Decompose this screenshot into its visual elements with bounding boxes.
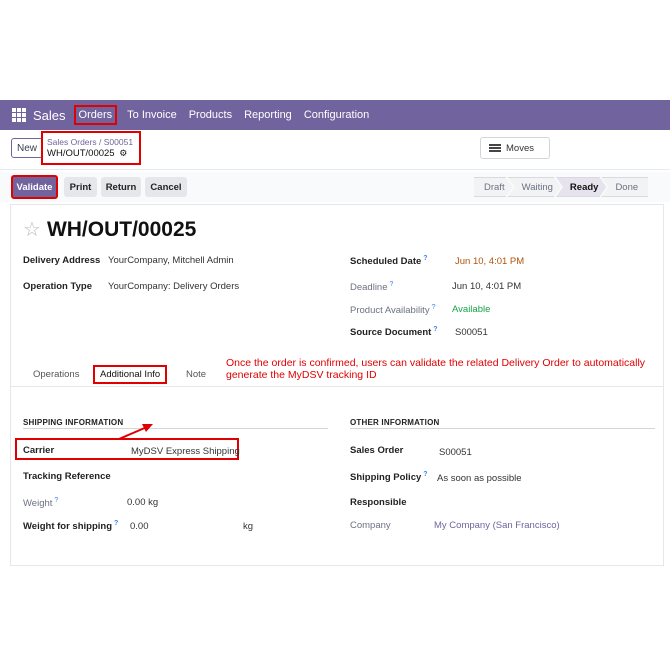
menu-to-invoice[interactable]: To Invoice [127,109,177,121]
responsible-label: Responsible [350,497,407,508]
carrier-value[interactable]: MyDSV Express Shipping [131,446,240,457]
validate-button[interactable]: Validate [11,175,58,199]
menu-reporting[interactable]: Reporting [244,109,292,121]
stage-ready[interactable]: Ready [556,177,607,197]
breadcrumb: Sales Orders / S00051 WH/OUT/00025 ⚙ [41,131,141,165]
deadline-label: Deadline? [350,281,394,294]
scheduled-date-value[interactable]: Jun 10, 4:01 PM [455,256,524,267]
stage-done[interactable]: Done [601,177,649,197]
shipping-policy-value[interactable]: As soon as possible [437,473,522,484]
weight-for-shipping-input[interactable]: 0.00 [130,521,149,532]
control-panel: New Sales Orders / S00051 WH/OUT/00025 ⚙… [0,130,670,170]
cancel-button[interactable]: Cancel [145,177,187,197]
source-document-value[interactable]: S00051 [455,327,488,338]
operation-type-label: Operation Type [23,281,92,292]
weight-label: Weight? [23,497,59,510]
moves-label: Moves [506,142,534,154]
breadcrumb-s00051[interactable]: S00051 [104,137,133,147]
help-icon[interactable]: ? [423,255,427,262]
section-divider [350,428,655,429]
breadcrumb-current-record: WH/OUT/00025 [47,148,115,159]
annotation-callout: Once the order is confirmed, users can v… [226,357,646,381]
help-icon[interactable]: ? [432,304,436,311]
record-title: ☆ WH/OUT/00025 [23,217,196,242]
apps-menu-icon[interactable] [12,108,26,122]
other-info-heading: OTHER INFORMATION [350,418,440,427]
help-icon[interactable]: ? [54,497,58,504]
menu-orders[interactable]: Orders [73,105,118,125]
help-icon[interactable]: ? [423,471,427,478]
stage-waiting[interactable]: Waiting [508,177,561,197]
company-value[interactable]: My Company (San Francisco) [434,520,560,531]
carrier-label: Carrier [23,445,55,456]
menu-products[interactable]: Products [189,109,232,121]
app-name[interactable]: Sales [33,108,66,123]
page-title: WH/OUT/00025 [46,217,197,241]
tab-operations[interactable]: Operations [33,369,79,380]
star-icon[interactable]: ☆ [23,217,41,242]
deadline-value: Jun 10, 4:01 PM [452,281,522,292]
action-bar: Validate Print Return Cancel Draft Waiti… [0,172,670,202]
section-divider [23,428,328,429]
new-button[interactable]: New [11,138,43,158]
help-icon[interactable]: ? [390,281,394,288]
status-bar: Draft Waiting Ready Done [474,177,649,197]
moves-smart-button[interactable]: Moves [480,137,550,159]
stage-draft[interactable]: Draft [474,177,513,197]
gear-icon[interactable]: ⚙ [119,148,127,159]
company-label: Company [350,520,391,531]
breadcrumb-sales-orders[interactable]: Sales Orders [47,137,97,147]
delivery-address-value[interactable]: YourCompany, Mitchell Admin [108,255,234,266]
weight-value: 0.00 kg [127,497,159,508]
sales-order-label: Sales Order [350,445,404,456]
top-navbar: Sales Orders To Invoice Products Reporti… [0,100,670,130]
tab-additional-info[interactable]: Additional Info [93,365,168,384]
source-document-label: Source Document? [350,326,438,339]
delivery-address-label: Delivery Address [23,255,101,266]
help-icon[interactable]: ? [433,326,437,333]
list-icon [489,144,501,152]
sales-order-value[interactable]: S00051 [439,447,472,458]
breadcrumb-separator: / [98,137,102,147]
help-icon[interactable]: ? [114,520,118,527]
tab-note[interactable]: Note [186,369,206,380]
tracking-reference-label: Tracking Reference [23,471,111,482]
return-button[interactable]: Return [101,177,141,197]
scheduled-date-label: Scheduled Date? [350,255,428,268]
shipping-info-heading: SHIPPING INFORMATION [23,418,124,427]
print-button[interactable]: Print [64,177,97,197]
shipping-policy-label: Shipping Policy? [350,471,428,484]
menu-configuration[interactable]: Configuration [304,109,369,121]
product-availability-label: Product Availability? [350,304,436,317]
form-sheet: ☆ WH/OUT/00025 Delivery Address YourComp… [10,204,664,566]
weight-for-shipping-label: Weight for shipping? [23,520,119,533]
product-availability-value: Available [452,304,491,315]
operation-type-value[interactable]: YourCompany: Delivery Orders [108,281,239,292]
weight-unit: kg [243,521,254,532]
